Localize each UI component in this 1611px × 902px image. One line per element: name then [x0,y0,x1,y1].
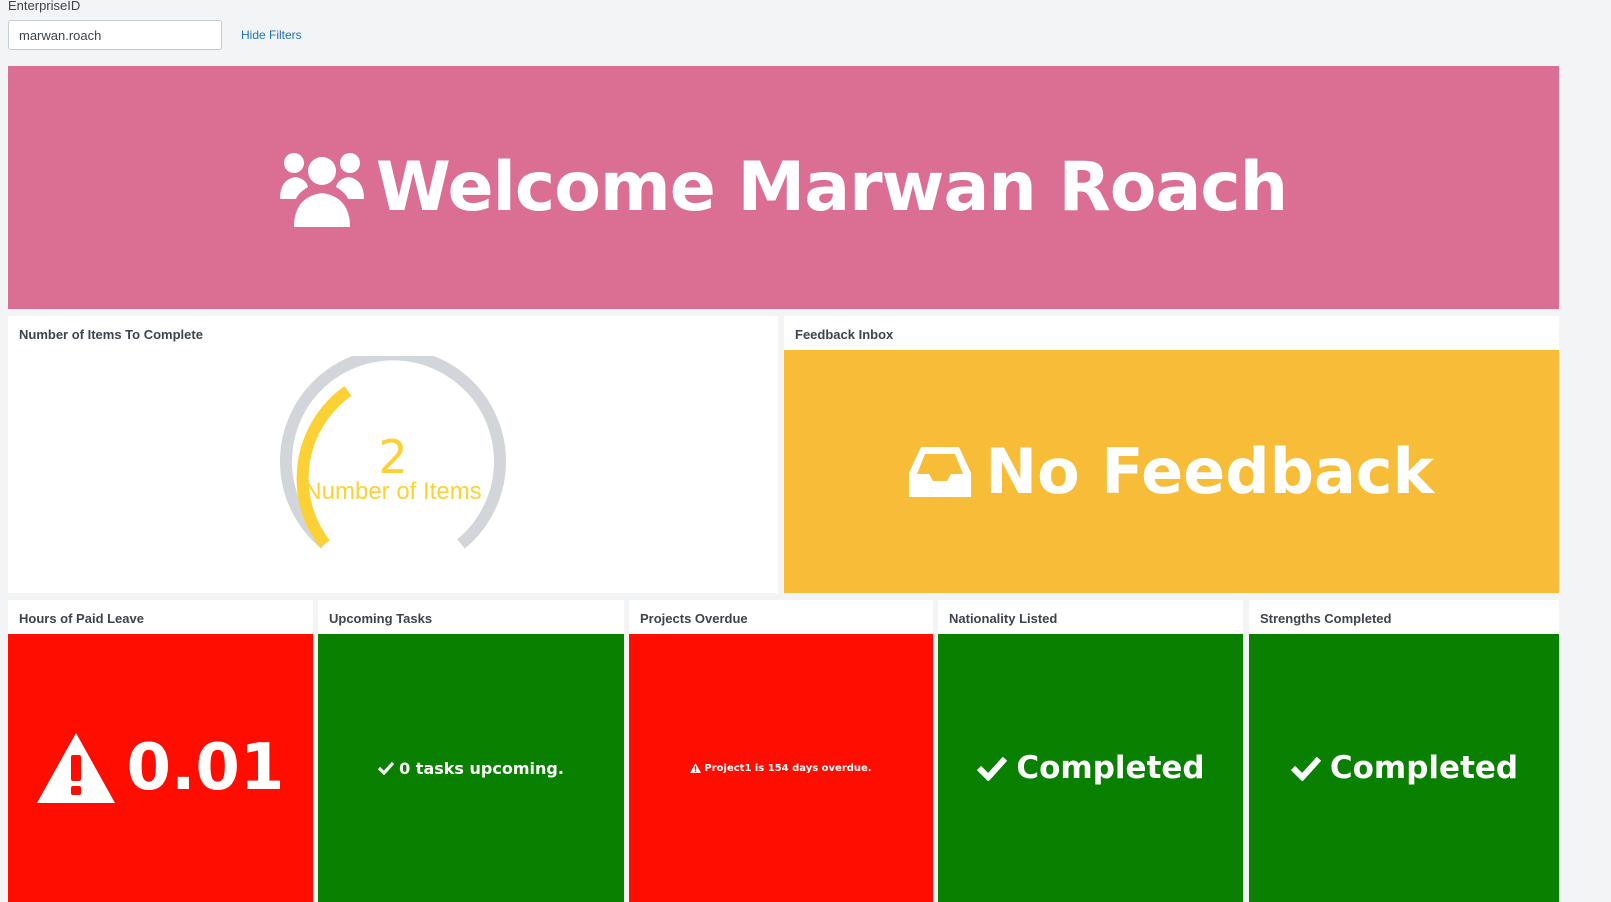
hide-filters-link[interactable]: Hide Filters [241,28,302,42]
paid-leave-tile: 0.01 [8,634,313,902]
welcome-banner: Welcome Marwan Roach [8,66,1559,309]
tile-title: Strengths Completed [1260,611,1392,626]
users-icon [279,152,364,227]
strengths-text: Completed [1329,750,1519,786]
feedback-text: No Feedback [985,435,1434,508]
enterprise-id-input[interactable] [8,20,222,50]
feedback-tile: No Feedback [784,350,1559,593]
gauge-value: 2 [378,430,407,484]
tile-panel-strengths: Strengths Completed Completed [1249,600,1559,902]
check-icon [977,756,1008,781]
nationality-tile: Completed [938,634,1243,902]
inbox-icon [909,446,972,497]
projects-overdue-text: Project1 is 154 days overdue. [704,762,872,774]
gauge-label: Number of Items [304,478,481,505]
tile-panel-paid-leave: Hours of Paid Leave 0.01 [8,600,313,902]
tile-panel-nationality: Nationality Listed Completed [938,600,1243,902]
items-panel-title: Number of Items To Complete [19,327,203,342]
items-gauge: 2 Number of Items [280,356,506,549]
warning-icon [36,733,115,803]
feedback-panel-title: Feedback Inbox [795,327,894,342]
projects-overdue-tile: Project1 is 154 days overdue. [629,634,933,902]
welcome-text: Welcome Marwan Roach [375,148,1288,227]
items-panel: Number of Items To Complete 2 Number of … [8,316,778,593]
warning-icon [690,763,702,773]
tile-title: Hours of Paid Leave [19,611,144,626]
tile-panel-projects-overdue: Projects Overdue Project1 is 154 days ov… [629,600,933,902]
tile-panel-upcoming-tasks: Upcoming Tasks 0 tasks upcoming. [318,600,624,902]
tile-title: Nationality Listed [949,611,1058,626]
check-icon [1290,756,1322,781]
strengths-tile: Completed [1249,634,1559,902]
upcoming-tasks-text: 0 tasks upcoming. [399,758,564,778]
gauge-fill [296,386,352,548]
nationality-text: Completed [1016,750,1205,786]
tile-title: Projects Overdue [640,611,748,626]
tile-title: Upcoming Tasks [329,611,433,626]
feedback-panel: Feedback Inbox No Feedback [784,316,1559,593]
upcoming-tasks-tile: 0 tasks upcoming. [318,634,624,902]
check-icon [378,761,395,775]
filter-label: EnterpriseID [8,0,81,13]
paid-leave-value: 0.01 [126,731,285,805]
